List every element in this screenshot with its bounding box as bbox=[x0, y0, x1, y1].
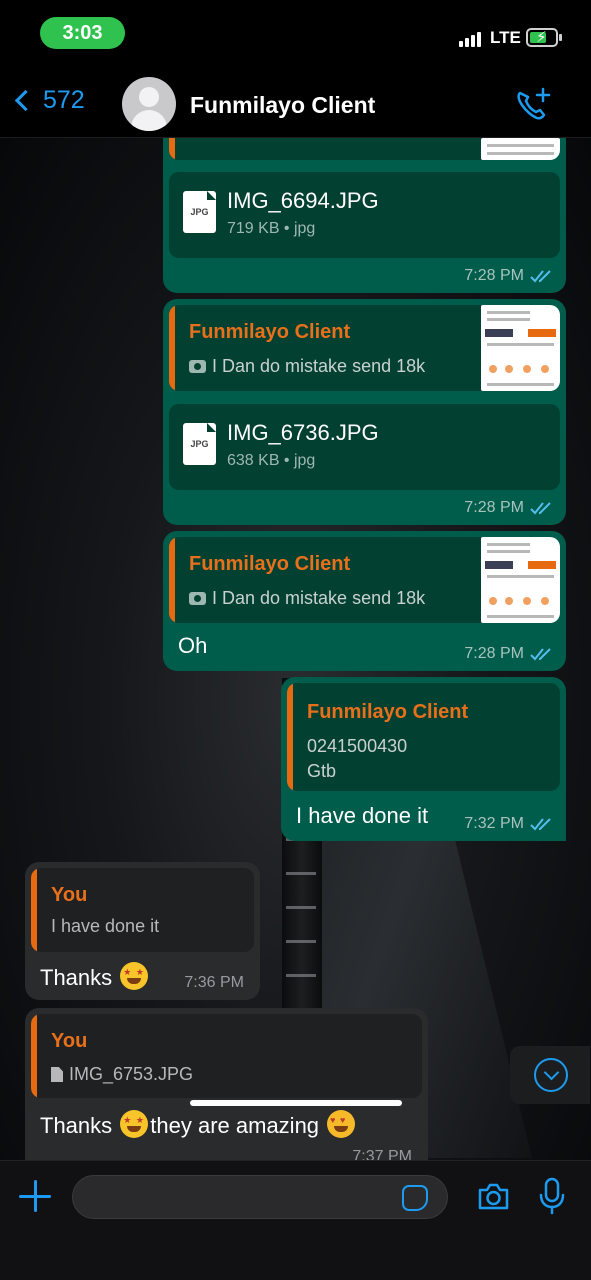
battery-icon: ⚡ bbox=[526, 28, 558, 47]
file-meta: 719 KB • jpg bbox=[227, 220, 316, 237]
scroll-to-bottom-button[interactable] bbox=[510, 1046, 590, 1104]
reply-quote[interactable]: Funmilayo Client 0241500430 Gtb bbox=[287, 683, 560, 791]
chat-header: 572 Funmilayo Client bbox=[0, 68, 591, 138]
message-timestamp: 7:28 PM bbox=[464, 267, 552, 285]
quote-author: Funmilayo Client bbox=[307, 701, 469, 723]
reply-quote[interactable]: You I have done it bbox=[31, 868, 254, 952]
quoted-image-thumbnail bbox=[481, 138, 560, 160]
file-meta: 638 KB • jpg bbox=[227, 452, 316, 469]
camera-icon bbox=[189, 592, 206, 605]
signal-icon bbox=[459, 29, 483, 47]
message-timestamp: 7:28 PM bbox=[464, 645, 552, 663]
message-timestamp: 7:32 PM bbox=[464, 815, 552, 833]
message-bubble[interactable]: You I have done it Thanks 7:36 PM bbox=[25, 862, 260, 1000]
heart-eyes-cat-emoji-icon bbox=[327, 1110, 356, 1138]
status-bar: 3:03 LTE ⚡ bbox=[0, 0, 591, 68]
message-timestamp: 7:28 PM bbox=[464, 499, 552, 517]
quoted-image-thumbnail bbox=[481, 305, 560, 391]
message-text: Oh bbox=[178, 633, 208, 658]
chevron-left-icon bbox=[14, 89, 37, 112]
back-button[interactable]: 572 bbox=[10, 86, 85, 115]
read-receipt-icon bbox=[530, 818, 551, 831]
sticker-icon[interactable] bbox=[402, 1185, 428, 1211]
composer-bar bbox=[0, 1160, 591, 1280]
reply-quote[interactable] bbox=[169, 138, 560, 160]
file-name: IMG_6694.JPG bbox=[227, 188, 379, 213]
message-bubble[interactable]: You IMG_6753.JPG Thanks they are amazing… bbox=[25, 1008, 428, 1173]
file-attachment[interactable]: JPG IMG_6694.JPG 719 KB • jpg bbox=[169, 172, 560, 258]
star-struck-emoji-icon bbox=[120, 962, 149, 990]
home-indicator[interactable] bbox=[190, 1100, 402, 1106]
chevron-down-circle-icon bbox=[534, 1058, 568, 1092]
file-name: IMG_6736.JPG bbox=[227, 420, 379, 445]
quote-text-line: 0241500430 bbox=[307, 736, 408, 756]
contact-name[interactable]: Funmilayo Client bbox=[190, 92, 375, 119]
reply-quote[interactable]: Funmilayo Client I Dan do mistake send 1… bbox=[169, 305, 560, 391]
camera-icon bbox=[189, 360, 206, 373]
message-timestamp: 7:36 PM bbox=[184, 974, 244, 991]
status-time: 3:03 bbox=[40, 17, 125, 49]
camera-icon[interactable] bbox=[477, 1181, 510, 1211]
file-icon bbox=[51, 1067, 63, 1082]
add-call-icon[interactable] bbox=[514, 87, 552, 123]
quote-text-line: Gtb bbox=[307, 761, 337, 781]
read-receipt-icon bbox=[530, 502, 551, 515]
document-icon: JPG bbox=[183, 191, 216, 233]
back-count: 572 bbox=[43, 86, 85, 114]
quote-text: I have done it bbox=[51, 916, 160, 936]
quote-author: You bbox=[51, 1030, 88, 1052]
message-bubble[interactable]: Funmilayo Client I Dan do mistake send 1… bbox=[163, 299, 566, 525]
message-text: Thanks they are amazing bbox=[40, 1110, 357, 1139]
battery-tip bbox=[559, 34, 562, 41]
read-receipt-icon bbox=[530, 648, 551, 661]
read-receipt-icon bbox=[530, 270, 551, 283]
quote-text: I Dan do mistake send 18k bbox=[189, 356, 425, 377]
quote-text: I Dan do mistake send 18k bbox=[189, 588, 425, 609]
reply-quote[interactable]: Funmilayo Client I Dan do mistake send 1… bbox=[169, 537, 560, 623]
document-icon: JPG bbox=[183, 423, 216, 465]
message-text: Thanks bbox=[40, 962, 150, 991]
message-bubble[interactable]: JPG IMG_6694.JPG 719 KB • jpg 7:28 PM bbox=[163, 138, 566, 293]
star-struck-emoji-icon bbox=[120, 1110, 149, 1138]
microphone-icon[interactable] bbox=[538, 1177, 566, 1215]
message-text: I have done it bbox=[296, 803, 429, 828]
attach-plus-icon[interactable] bbox=[19, 1180, 51, 1212]
message-bubble[interactable]: Funmilayo Client 0241500430 Gtb I have d… bbox=[281, 677, 566, 841]
file-attachment[interactable]: JPG IMG_6736.JPG 638 KB • jpg bbox=[169, 404, 560, 490]
quote-text: IMG_6753.JPG bbox=[51, 1064, 193, 1085]
quoted-image-thumbnail bbox=[481, 537, 560, 623]
avatar[interactable] bbox=[122, 77, 176, 131]
network-label: LTE bbox=[490, 28, 521, 47]
quote-author: Funmilayo Client bbox=[189, 553, 351, 575]
quote-author: You bbox=[51, 884, 88, 906]
quote-author: Funmilayo Client bbox=[189, 321, 351, 343]
message-bubble[interactable]: Funmilayo Client I Dan do mistake send 1… bbox=[163, 531, 566, 671]
reply-quote[interactable]: You IMG_6753.JPG bbox=[31, 1014, 422, 1098]
message-input[interactable] bbox=[72, 1175, 448, 1219]
